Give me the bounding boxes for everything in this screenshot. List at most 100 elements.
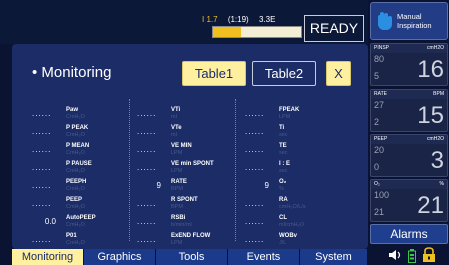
monitoring-row: ...... TE sec — [245, 141, 345, 161]
row-unit: ml — [171, 114, 177, 120]
param-o2[interactable]: O₂ % 100 21 21 — [370, 179, 448, 222]
row-label: P01 — [66, 233, 77, 239]
row-placeholder-dots: ...... — [137, 217, 157, 226]
row-value: 9 — [264, 181, 269, 190]
row-unit: sec — [279, 150, 288, 156]
param-header: PEEP cmH2O — [371, 135, 447, 144]
row-placeholder-dots: ...... — [245, 145, 265, 154]
row-unit: sec — [279, 168, 288, 174]
row-unit: CmH₂O — [66, 204, 85, 210]
row-unit: LPM — [171, 168, 183, 174]
param-name: PEEP — [374, 136, 388, 142]
monitoring-row: ...... P PEAK CmH₂O — [32, 123, 132, 143]
bottom-tab-bar: Monitoring Graphics Tools Events System — [12, 249, 368, 265]
param-low-limit: 5 — [374, 71, 380, 81]
monitoring-row: ...... Ti sec — [245, 123, 345, 143]
table1-button[interactable]: Table1 — [182, 61, 246, 86]
table2-button[interactable]: Table2 — [252, 61, 316, 86]
param-low-limit: 2 — [374, 117, 380, 127]
row-label: PEEPH — [66, 179, 87, 185]
row-label: I : E — [279, 161, 291, 167]
row-unit: J/L — [279, 240, 287, 246]
monitoring-row: 9 O₂% — [245, 177, 345, 197]
row-label: VTi — [171, 107, 181, 113]
status-expiration-time: 3.3E — [258, 15, 276, 24]
row-unit: CmH₂O — [66, 114, 85, 120]
battery-icon — [408, 249, 416, 263]
row-unit: CmH₂O — [66, 240, 85, 246]
panel-title: • Monitoring — [32, 64, 112, 81]
row-placeholder-dots: ...... — [137, 199, 157, 208]
monitoring-row: 0.0 AutoPEEP CmH₂O — [32, 213, 132, 233]
row-placeholder-dots: ...... — [245, 235, 265, 244]
tab-events[interactable]: Events — [228, 249, 300, 265]
param-value: 21 — [417, 192, 444, 219]
tab-monitoring[interactable]: Monitoring — [12, 249, 84, 265]
speaker-icon[interactable] — [388, 249, 404, 261]
param-peep[interactable]: PEEP cmH2O 20 0 3 — [370, 134, 448, 177]
row-unit: CmH₂O — [66, 186, 85, 192]
row-placeholder-dots: ...... — [137, 127, 157, 136]
param-header: RATE BPM — [371, 90, 447, 99]
param-pinsp[interactable]: PINSP cmH2O 80 5 16 — [370, 43, 448, 86]
tab-system[interactable]: System — [300, 249, 368, 265]
row-label: P PEAK — [66, 125, 89, 131]
row-unit: CmH₂O — [66, 132, 85, 138]
lock-icon[interactable] — [422, 247, 436, 263]
row-placeholder-dots: ...... — [245, 163, 265, 172]
row-placeholder-dots: ...... — [32, 163, 52, 172]
tab-graphics[interactable]: Graphics — [84, 249, 156, 265]
row-label: FPEAK — [279, 107, 300, 113]
ready-indicator: READY — [304, 15, 364, 42]
alarms-button[interactable]: Alarms — [370, 224, 448, 244]
param-header: PINSP cmH2O — [371, 44, 447, 53]
param-high-limit: 27 — [374, 100, 385, 110]
manual-inspiration-button[interactable]: Manual Inspiration — [370, 2, 448, 40]
row-unit: BPM — [171, 186, 183, 192]
param-high-limit: 100 — [374, 190, 390, 200]
row-unit: % — [279, 186, 284, 192]
row-placeholder-dots: ...... — [32, 235, 52, 244]
row-label: RA — [279, 197, 288, 203]
monitoring-row: ...... FPEAK LPM — [245, 105, 345, 125]
row-value: 0.0 — [44, 217, 56, 226]
param-rate[interactable]: RATE BPM 27 2 15 — [370, 89, 448, 132]
row-placeholder-dots: ...... — [32, 109, 52, 118]
row-placeholder-dots: ...... — [32, 127, 52, 136]
monitoring-row: ...... VTe ml — [137, 123, 237, 143]
param-header: O₂ % — [371, 180, 447, 189]
row-label: RSBi — [171, 215, 186, 221]
monitoring-row: ...... R SPONT BPM — [137, 195, 237, 215]
monitoring-panel: • Monitoring Table1 Table2 X ...... Paw Cm… — [12, 44, 368, 249]
monitoring-row: ...... WOBv J/L — [245, 231, 345, 251]
row-label: Paw — [66, 107, 79, 113]
param-value: 16 — [417, 56, 444, 83]
row-placeholder-dots: ...... — [245, 127, 265, 136]
param-low-limit: 21 — [374, 207, 385, 217]
breath-phase-bar — [212, 26, 302, 38]
side-panel: Manual Inspiration PINSP cmH2O 80 5 16 R… — [370, 0, 449, 265]
row-placeholder-dots: ...... — [245, 109, 265, 118]
tab-tools[interactable]: Tools — [156, 249, 228, 265]
row-label: RATE — [171, 179, 187, 185]
param-name: O₂ — [374, 181, 380, 187]
monitoring-row: ...... VTi ml — [137, 105, 237, 125]
close-button[interactable]: X — [326, 61, 351, 86]
monitoring-row: ...... PEEP CmH₂O — [32, 195, 132, 215]
row-label: ExEND FLOW — [171, 233, 211, 239]
param-high-limit: 80 — [374, 54, 385, 64]
row-placeholder-dots: ...... — [137, 235, 157, 244]
row-label: P PAUSE — [66, 161, 92, 167]
row-unit: CmH₂O — [66, 168, 85, 174]
monitoring-row: ...... ExEND FLOW LPM — [137, 231, 237, 251]
monitoring-row: ...... P PAUSE CmH₂O — [32, 159, 132, 179]
manual-label-line2: Inspiration — [397, 21, 432, 30]
row-unit: LPM — [171, 240, 183, 246]
row-label: Ti — [279, 125, 285, 131]
param-unit: cmH2O — [427, 136, 444, 142]
row-unit: BPM — [171, 204, 183, 210]
status-bar: I 1.7 (1:19) 3.3E READY — [0, 0, 368, 44]
row-label: CL — [279, 215, 287, 221]
row-placeholder-dots: ...... — [137, 145, 157, 154]
manual-inspiration-label: Manual Inspiration — [397, 12, 432, 30]
